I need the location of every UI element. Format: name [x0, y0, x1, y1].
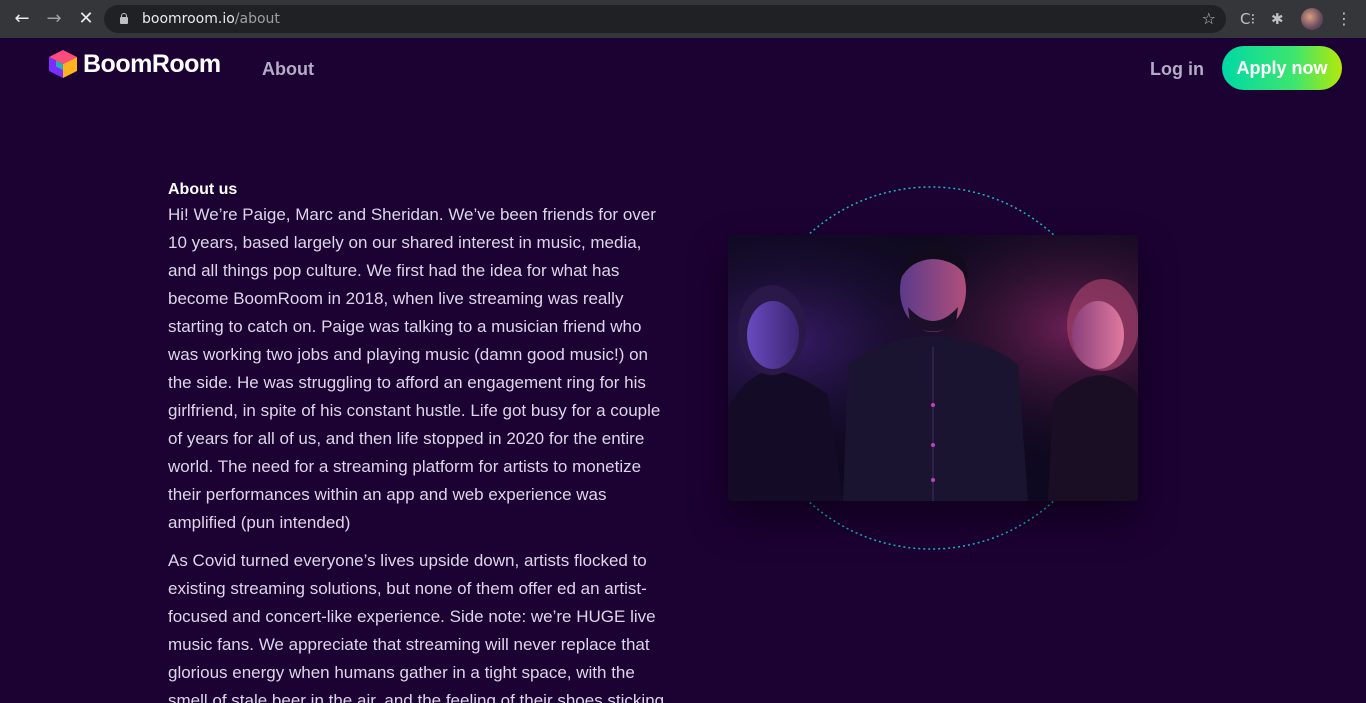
- menu-icon[interactable]: ⋮: [1336, 8, 1352, 30]
- url-domain: boomroom.io: [142, 11, 235, 27]
- about-us-heading: About us: [168, 181, 238, 198]
- puzzle-icon[interactable]: ✱: [1271, 8, 1284, 30]
- url-text[interactable]: boomroom.io/about: [142, 11, 280, 27]
- stop-icon[interactable]: ✕: [75, 8, 97, 30]
- login-link[interactable]: Log in: [1150, 59, 1204, 80]
- boomroom-logo-icon[interactable]: [47, 48, 79, 80]
- profile-avatar[interactable]: [1301, 8, 1323, 30]
- apply-now-button[interactable]: Apply now: [1222, 46, 1342, 90]
- back-arrow-icon[interactable]: ←: [11, 8, 33, 30]
- extension-icon[interactable]: C⁝: [1240, 8, 1255, 30]
- browser-toolbar: ← → ✕ boomroom.io/about ☆ C⁝ ✱ ⋮: [0, 0, 1366, 38]
- address-bar[interactable]: boomroom.io/about ☆: [104, 5, 1226, 33]
- brand-name[interactable]: BoomRoom: [83, 50, 221, 79]
- star-icon[interactable]: ☆: [1202, 9, 1216, 28]
- about-paragraph-1: Hi! We’re Paige, Marc and Sheridan. We’v…: [168, 205, 661, 532]
- lock-icon[interactable]: [120, 13, 128, 24]
- nav-link-about[interactable]: About: [262, 59, 314, 80]
- forward-arrow-icon[interactable]: →: [43, 8, 65, 30]
- about-paragraph-2: As Covid turned everyone’s lives upside …: [168, 551, 665, 703]
- team-photo-illustration: [728, 235, 1138, 501]
- team-photo: [728, 235, 1138, 501]
- url-path: /about: [234, 11, 280, 27]
